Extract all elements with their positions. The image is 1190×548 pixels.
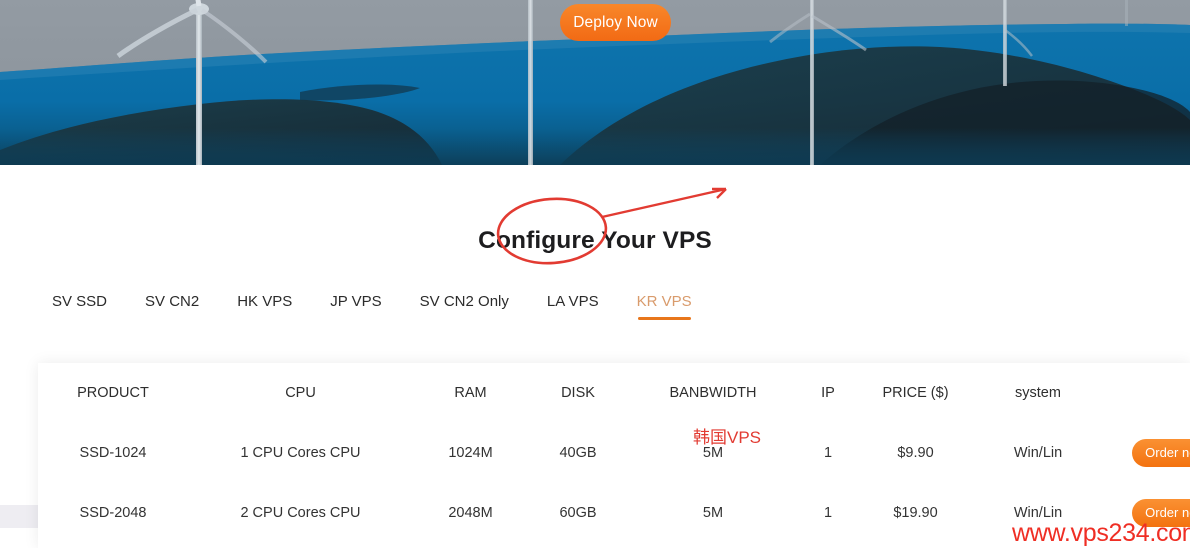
cell-ip: 1: [823, 445, 833, 461]
header-price: PRICE ($): [882, 385, 949, 401]
cell-cpu: 2 CPU Cores CPU: [240, 505, 361, 521]
header-ram: RAM: [454, 385, 487, 401]
header-product: PRODUCT: [77, 385, 149, 401]
header-cpu: CPU: [285, 385, 316, 401]
tab-la-vps[interactable]: LA VPS: [547, 293, 599, 320]
configure-section: Configure Your VPS SV SSD SV CN2 HK VPS …: [0, 165, 1190, 528]
annotation-label: 韩国VPS: [693, 428, 762, 447]
watermark: www.vps234.com: [1012, 519, 1190, 547]
pricing-table: PRODUCT CPU RAM DISK BANBWIDTH IP PRICE …: [38, 363, 1190, 543]
deploy-now-button[interactable]: Deploy Now: [560, 4, 671, 41]
cell-disk: 60GB: [559, 505, 597, 521]
tab-hk-vps[interactable]: HK VPS: [237, 293, 292, 320]
cell-price: $19.90: [893, 505, 938, 521]
tab-sv-ssd[interactable]: SV SSD: [52, 293, 107, 320]
cell-price: $9.90: [897, 445, 934, 461]
header-ip: IP: [821, 385, 835, 401]
cell-ip: 1: [823, 505, 833, 521]
header-order: [1103, 363, 1190, 423]
cell-ram: 1024M: [448, 445, 493, 461]
cell-bandwidth: 5M: [702, 505, 724, 521]
tab-sv-cn2-only[interactable]: SV CN2 Only: [420, 293, 509, 320]
tab-sv-cn2[interactable]: SV CN2: [145, 293, 199, 320]
table-row: SSD-1024 1 CPU Cores CPU 1024M 40GB 5M 1…: [38, 423, 1190, 483]
table-header-row: PRODUCT CPU RAM DISK BANBWIDTH IP PRICE …: [38, 363, 1190, 423]
product-tabs: SV SSD SV CN2 HK VPS JP VPS SV CN2 Only …: [52, 293, 730, 320]
cell-ram: 2048M: [448, 505, 493, 521]
cell-cpu: 1 CPU Cores CPU: [240, 445, 361, 461]
cell-product: SSD-1024: [79, 445, 147, 461]
tab-jp-vps[interactable]: JP VPS: [330, 293, 381, 320]
cell-system: Win/Lin: [1013, 445, 1063, 461]
header-system: system: [1015, 385, 1061, 401]
header-disk: DISK: [561, 385, 595, 401]
header-bandwidth: BANBWIDTH: [669, 385, 757, 401]
wind-turbine-icon: [528, 0, 533, 165]
cell-product: SSD-2048: [79, 505, 147, 521]
page-title: Configure Your VPS: [478, 227, 712, 254]
order-now-button[interactable]: Order now: [1132, 439, 1190, 467]
cell-disk: 40GB: [559, 445, 597, 461]
hero-banner: Deploy Now: [0, 0, 1190, 165]
tab-kr-vps[interactable]: KR VPS: [637, 293, 692, 320]
